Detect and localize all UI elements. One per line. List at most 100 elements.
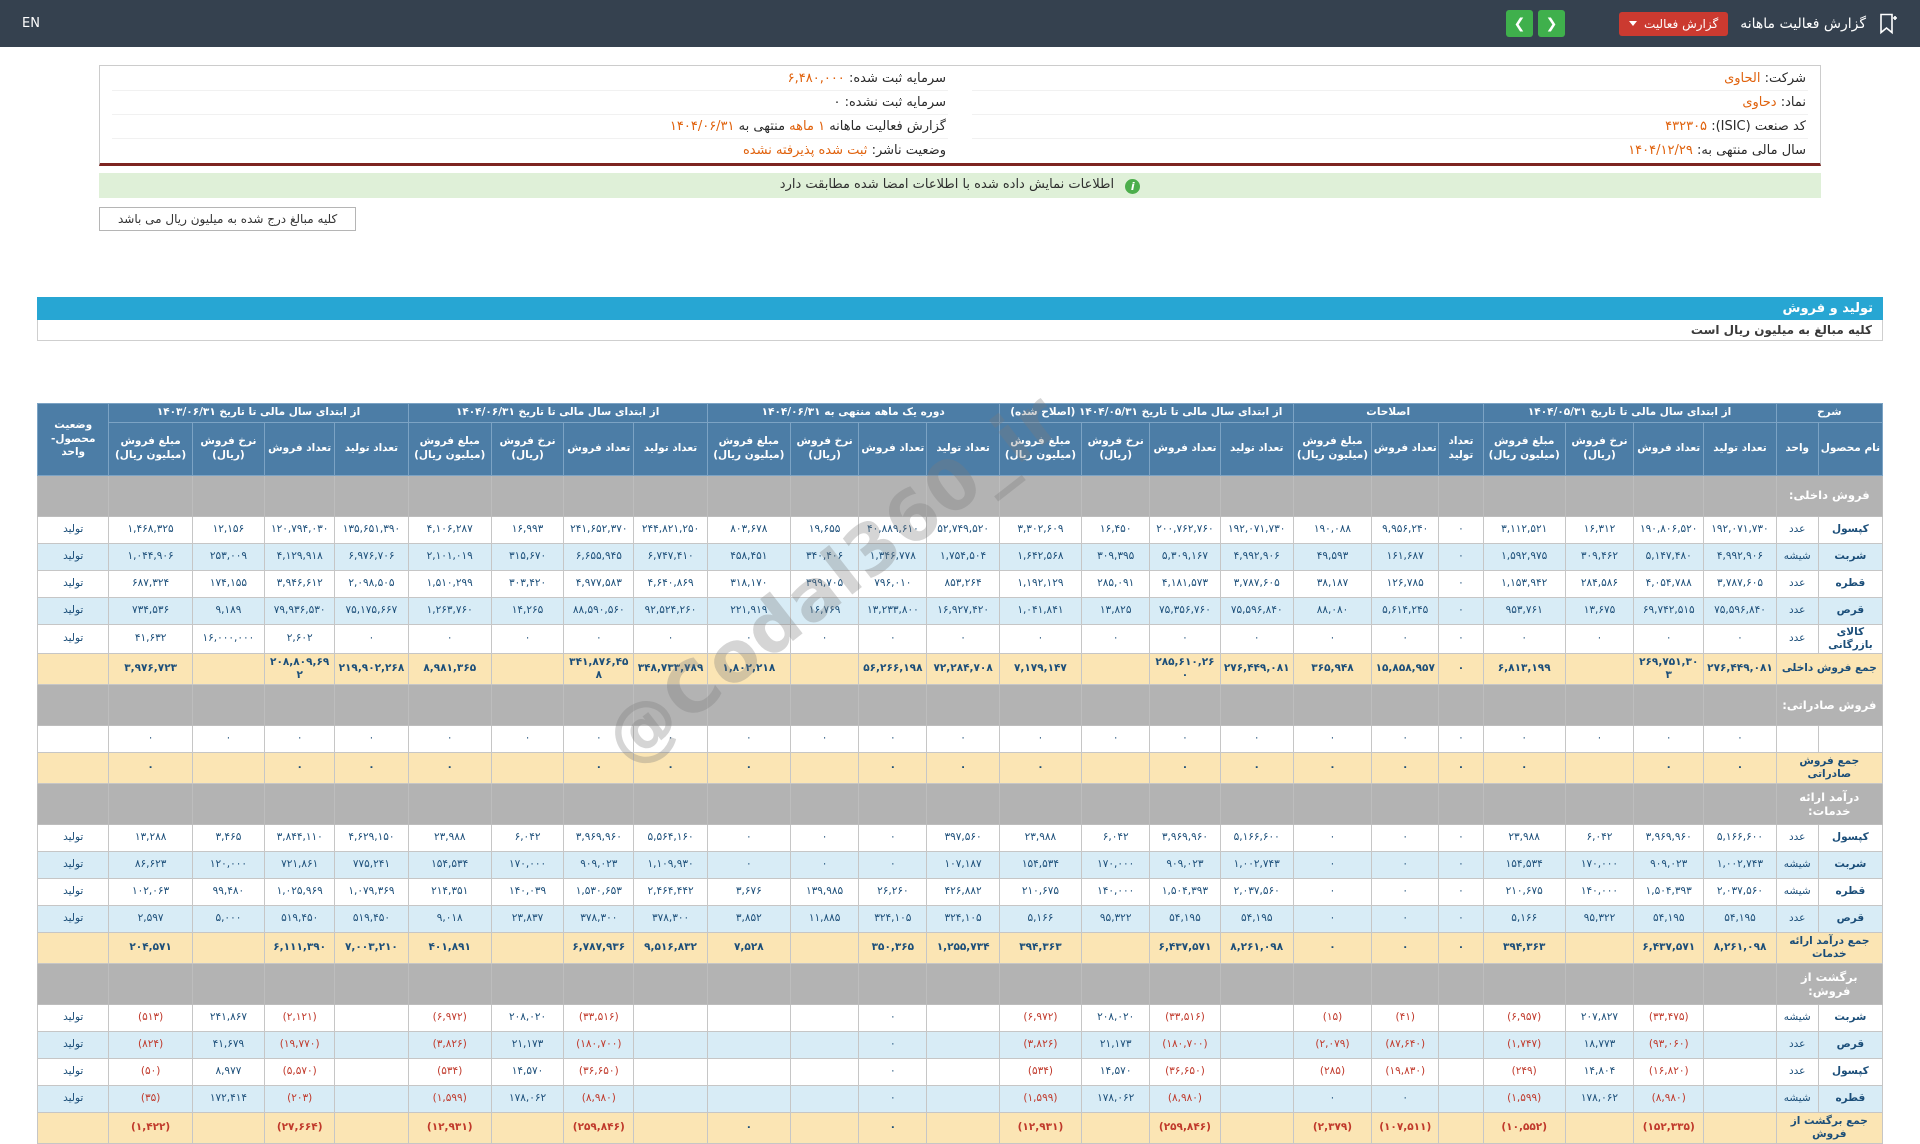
value-cell: ۳۷۸,۳۰۰ — [634, 905, 707, 932]
value-cell: ۴,۱۸۱,۵۷۳ — [1150, 570, 1220, 597]
empty-cell — [1293, 684, 1371, 725]
info-value-link[interactable]: دحاوی — [1742, 95, 1776, 110]
product-name-cell: کپسول — [1818, 824, 1882, 851]
value-cell: ۱۳,۲۳۳,۸۰۰ — [859, 597, 927, 624]
empty-cell — [927, 783, 999, 824]
value-cell: ۲۰۸,۰۲۰ — [491, 1004, 563, 1031]
production-sales-section: تولید و فروش کلیه مبالغ به میلیون ریال ا… — [37, 297, 1883, 1144]
value-cell: (۵,۵۷۰) — [265, 1058, 335, 1085]
value-cell: ۱۵۴,۵۳۴ — [1483, 851, 1565, 878]
value-cell: ۰ — [790, 824, 858, 851]
value-cell: ۱۹۰,۸۰۶,۵۲۰ — [1634, 516, 1704, 543]
empty-cell — [1483, 963, 1565, 1004]
value-cell: ۵۴,۱۹۵ — [1634, 905, 1704, 932]
value-cell: ۴۱,۶۳۲ — [109, 624, 192, 653]
info-value-link[interactable]: ثبت شده پذیرفته نشده — [743, 143, 867, 158]
value-cell: ۰ — [1220, 624, 1293, 653]
info-value-link[interactable]: ۱ ماهه — [789, 119, 825, 134]
info-value-link[interactable]: ۱۴۰۴/۱۲/۲۹ — [1628, 143, 1693, 158]
value-cell: ۰ — [335, 624, 408, 653]
value-cell: (۳۵) — [109, 1085, 192, 1112]
value-cell — [335, 1085, 408, 1112]
value-cell: ۱,۱۹۲,۱۲۹ — [999, 570, 1081, 597]
value-cell: ۰ — [1483, 752, 1565, 783]
language-switch-en[interactable]: EN — [22, 16, 40, 31]
value-cell: ۱,۰۴۱,۸۴۱ — [999, 597, 1081, 624]
value-cell — [1082, 1112, 1150, 1143]
value-cell — [192, 932, 264, 963]
value-cell: (۵۰) — [109, 1058, 192, 1085]
value-cell: ۷۹,۹۳۶,۵۳۰ — [265, 597, 335, 624]
value-cell: ۱۷۸,۰۶۲ — [491, 1085, 563, 1112]
empty-cell — [1439, 475, 1483, 516]
value-cell: ۷۵,۳۵۶,۷۶۰ — [1150, 597, 1220, 624]
value-cell: ۰ — [707, 824, 790, 851]
info-value-link[interactable]: الحاوی — [1724, 71, 1760, 86]
empty-cell — [999, 684, 1081, 725]
value-cell: ۱۷۲,۴۱۴ — [192, 1085, 264, 1112]
column-header: تعداد تولید — [1439, 422, 1483, 475]
value-cell: ۴۰,۸۸۹,۶۱۰ — [859, 516, 927, 543]
value-cell: ۰ — [265, 725, 335, 752]
value-cell — [1439, 1004, 1483, 1031]
value-cell: ۰ — [790, 624, 858, 653]
empty-cell — [1293, 475, 1371, 516]
status-cell: تولید — [38, 905, 109, 932]
empty-cell — [1372, 684, 1439, 725]
status-cell: تولید — [38, 1004, 109, 1031]
status-cell: تولید — [38, 624, 109, 653]
empty-cell — [335, 475, 408, 516]
next-report-button[interactable]: ❯ — [1506, 10, 1533, 37]
value-cell: (۶,۹۷۲) — [999, 1004, 1081, 1031]
value-cell: ۱,۵۳۰,۶۵۳ — [564, 878, 634, 905]
value-cell: ۰ — [859, 725, 927, 752]
company-info-row: سال مالی منتهی به: ۱۴۰۴/۱۲/۲۹ — [972, 138, 1808, 162]
empty-cell — [564, 963, 634, 1004]
value-cell: ۵,۰۰۰ — [192, 905, 264, 932]
value-cell: ۱,۰۴۴,۹۰۶ — [109, 543, 192, 570]
info-value-link[interactable]: ۱۴۰۴/۰۶/۳۱ — [670, 119, 735, 134]
previous-report-button[interactable]: ❮ — [1538, 10, 1565, 37]
value-cell — [192, 653, 264, 684]
column-header: مبلغ فروش (میلیون ریال) — [999, 422, 1081, 475]
company-info-left-column: سرمایه ثبت شده: ۶,۴۸۰,۰۰۰ سرمایه ثبت نشد… — [100, 66, 960, 163]
empty-cell — [634, 475, 707, 516]
value-cell: ۵۶,۲۶۶,۱۹۸ — [859, 653, 927, 684]
unit-cell: عدد — [1776, 624, 1818, 653]
value-cell: ۰ — [707, 725, 790, 752]
value-cell: (۹۳,۰۶۰) — [1634, 1031, 1704, 1058]
report-type-dropdown[interactable]: گزارش فعالیت — [1619, 12, 1728, 36]
value-cell: ۱۹۰,۰۸۸ — [1293, 516, 1371, 543]
product-name-cell: شربت — [1818, 851, 1882, 878]
value-cell: ۳,۷۸۷,۶۰۵ — [1704, 570, 1776, 597]
value-cell: ۷,۱۷۹,۱۴۷ — [999, 653, 1081, 684]
value-cell: (۶,۹۷۲) — [408, 1004, 491, 1031]
caret-down-icon — [1629, 21, 1637, 26]
value-cell: ۱۳,۲۸۸ — [109, 824, 192, 851]
value-cell — [634, 1031, 707, 1058]
value-cell: ۰ — [1439, 878, 1483, 905]
value-cell: ۱۶,۰۰۰,۰۰۰ — [192, 624, 264, 653]
value-cell: ۰ — [859, 851, 927, 878]
info-value-link[interactable]: ۶,۴۸۰,۰۰۰ — [788, 71, 845, 86]
value-cell: ۱,۱۵۳,۹۴۲ — [1483, 570, 1565, 597]
value-cell — [335, 1031, 408, 1058]
table-row: قرصعدد۵۴,۱۹۵۵۴,۱۹۵۹۵,۳۲۲۵,۱۶۶۰۰۰۵۴,۱۹۵۵۴… — [38, 905, 1883, 932]
value-cell — [707, 1004, 790, 1031]
unit-cell: عدد — [1776, 570, 1818, 597]
value-cell: ۱۵,۸۵۸,۹۵۷ — [1372, 653, 1439, 684]
product-name-cell: قرص — [1818, 905, 1882, 932]
value-cell: (۸,۹۸۰) — [1150, 1085, 1220, 1112]
value-cell: (۱۲,۹۳۱) — [999, 1112, 1081, 1143]
section-unit-note: کلیه مبالغ به میلیون ریال است — [37, 320, 1883, 341]
value-cell: ۲۸۵,۶۱۰,۲۶۰ — [1150, 653, 1220, 684]
value-cell: ۳۴۱,۸۷۶,۴۵۸ — [564, 653, 634, 684]
bookmark-add-icon[interactable] — [1878, 13, 1898, 35]
column-header: نرخ فروش (ریال) — [1565, 422, 1633, 475]
empty-cell — [1483, 684, 1565, 725]
table-row: کالای بازرگانیعدد۰۰۰۰۰۰۰۰۰۰۰۰۰۰۰۰۰۰۰۰۲,۶… — [38, 624, 1883, 653]
value-cell: ۲۷۶,۴۴۹,۰۸۱ — [1220, 653, 1293, 684]
value-cell: ۳۶۵,۹۴۸ — [1293, 653, 1371, 684]
info-value-link[interactable]: ۴۳۲۳۰۵ — [1665, 119, 1707, 134]
value-cell: (۱,۵۹۹) — [1483, 1085, 1565, 1112]
